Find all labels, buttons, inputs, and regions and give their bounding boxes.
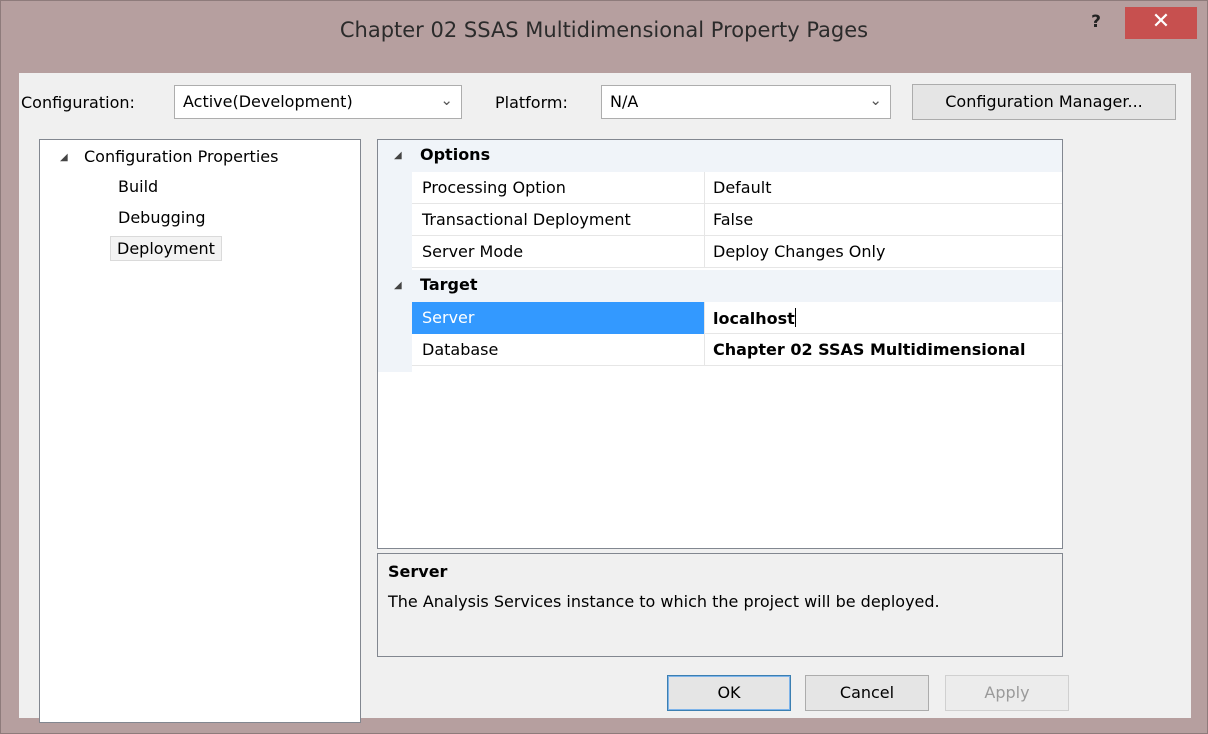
collapse-arrow-icon[interactable]: ◢ — [394, 150, 402, 161]
chevron-down-icon: ⌄ — [440, 91, 453, 109]
description-title: Server — [388, 562, 448, 581]
dialog-client-area: Configuration: Active(Development) ⌄ Pla… — [19, 73, 1191, 723]
apply-button[interactable]: Apply — [945, 675, 1069, 711]
category-label: Options — [420, 145, 491, 164]
property-row-server-mode[interactable]: Server Mode Deploy Changes Only — [412, 236, 1062, 268]
tree-item-deployment[interactable]: Deployment — [110, 236, 222, 261]
chevron-down-icon: ⌄ — [869, 91, 882, 109]
title-bar: Chapter 02 SSAS Multidimensional Propert… — [1, 1, 1207, 73]
configuration-manager-button[interactable]: Configuration Manager... — [912, 84, 1176, 120]
collapse-arrow-icon[interactable]: ◢ — [60, 152, 68, 163]
cancel-button[interactable]: Cancel — [805, 675, 929, 711]
property-value[interactable]: Deploy Changes Only — [705, 236, 1062, 268]
grid-gutter — [378, 140, 412, 372]
property-value[interactable]: Chapter 02 SSAS Multidimensional — [705, 334, 1062, 366]
property-value-editor[interactable]: localhost — [705, 302, 1062, 334]
category-target[interactable]: ◢ Target — [378, 270, 1062, 302]
text-caret — [794, 308, 796, 327]
description-pane: Server The Analysis Services instance to… — [377, 553, 1063, 657]
configuration-tree: ◢ Configuration Properties Build Debuggi… — [39, 139, 361, 723]
property-name: Server — [412, 302, 705, 334]
property-grid: ◢ Options Processing Option Default Tran… — [377, 139, 1063, 549]
close-button[interactable]: ✕ — [1125, 7, 1197, 39]
platform-dropdown-value: N/A — [610, 92, 639, 111]
property-value[interactable]: False — [705, 204, 1062, 236]
ok-button[interactable]: OK — [667, 675, 791, 711]
property-name: Server Mode — [412, 236, 705, 268]
property-name: Database — [412, 334, 705, 366]
property-value-text: localhost — [713, 309, 795, 328]
property-row-server[interactable]: Server localhost — [412, 302, 1062, 334]
configuration-dropdown-value: Active(Development) — [183, 92, 353, 111]
help-button[interactable]: ? — [1081, 9, 1111, 35]
tree-item-configuration-properties[interactable]: Configuration Properties — [84, 147, 278, 166]
platform-dropdown[interactable]: N/A ⌄ — [601, 85, 891, 119]
property-name: Processing Option — [412, 172, 705, 204]
description-text: The Analysis Services instance to which … — [388, 592, 940, 611]
property-value[interactable]: Default — [705, 172, 1062, 204]
category-options[interactable]: ◢ Options — [378, 140, 1062, 172]
property-row-database[interactable]: Database Chapter 02 SSAS Multidimensiona… — [412, 334, 1062, 366]
dialog-title: Chapter 02 SSAS Multidimensional Propert… — [339, 18, 869, 42]
configuration-dropdown[interactable]: Active(Development) ⌄ — [174, 85, 462, 119]
collapse-arrow-icon[interactable]: ◢ — [394, 280, 402, 291]
platform-label: Platform: — [495, 93, 568, 112]
property-row-processing-option[interactable]: Processing Option Default — [412, 172, 1062, 204]
tree-item-debugging[interactable]: Debugging — [118, 208, 206, 227]
property-pages-dialog: Chapter 02 SSAS Multidimensional Propert… — [0, 0, 1208, 734]
property-name: Transactional Deployment — [412, 204, 705, 236]
tree-item-build[interactable]: Build — [118, 177, 158, 196]
property-row-transactional-deployment[interactable]: Transactional Deployment False — [412, 204, 1062, 236]
configuration-label: Configuration: — [21, 93, 135, 112]
category-label: Target — [420, 275, 478, 294]
